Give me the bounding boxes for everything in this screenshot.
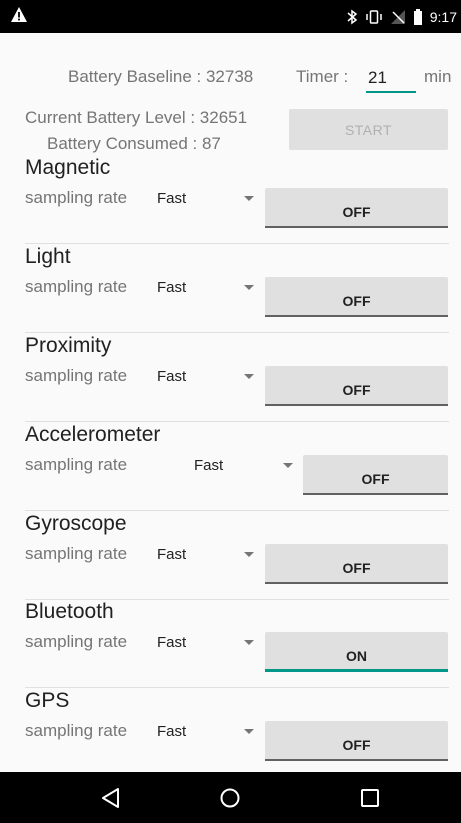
- sampling-rate-select[interactable]: Fast: [157, 723, 186, 740]
- divider: [25, 510, 449, 511]
- sampling-rate-select[interactable]: Fast: [157, 546, 186, 563]
- no-signal-icon: [390, 10, 405, 24]
- main-content: Battery Baseline : 32738 Timer : min Cur…: [0, 33, 461, 772]
- sensor-row-light: Light sampling rate Fast OFF: [0, 245, 461, 333]
- sensor-row-magnetic: Magnetic sampling rate Fast OFF: [0, 156, 461, 244]
- gyroscope-toggle[interactable]: OFF: [265, 544, 448, 584]
- bluetooth-icon: [347, 9, 357, 25]
- sampling-rate-label: sampling rate: [25, 188, 128, 207]
- toggle-indicator: [265, 669, 448, 672]
- sensor-row-gps: GPS sampling rate Fast OFF: [0, 689, 461, 772]
- timer-input[interactable]: [366, 65, 416, 93]
- sampling-rate-label: sampling rate: [25, 632, 128, 651]
- toggle-label: OFF: [342, 736, 371, 753]
- dropdown-arrow-icon[interactable]: [244, 285, 254, 290]
- sampling-rate-select[interactable]: Fast: [157, 279, 186, 296]
- sampling-rate-label: sampling rate: [25, 455, 128, 474]
- sampling-rate-select[interactable]: Fast: [157, 190, 186, 207]
- status-time: 9:17: [429, 9, 457, 25]
- toggle-label: OFF: [342, 203, 371, 220]
- timer-label: Timer :: [296, 67, 349, 86]
- sensor-name: Light: [25, 245, 71, 268]
- toggle-label: OFF: [342, 559, 371, 576]
- status-bar: 9:17: [0, 0, 461, 33]
- start-button[interactable]: START: [289, 109, 448, 150]
- recents-icon[interactable]: [357, 785, 383, 811]
- sampling-rate-label: sampling rate: [25, 721, 128, 740]
- divider: [25, 243, 449, 244]
- divider: [25, 421, 449, 422]
- dropdown-arrow-icon[interactable]: [244, 552, 254, 557]
- divider: [25, 332, 449, 333]
- sampling-rate-select[interactable]: Fast: [194, 457, 223, 474]
- dropdown-arrow-icon[interactable]: [283, 463, 293, 468]
- toggle-label: OFF: [361, 470, 390, 487]
- toggle-label: OFF: [342, 381, 371, 398]
- sensor-name: Proximity: [25, 334, 112, 357]
- sampling-rate-select[interactable]: Fast: [157, 634, 186, 651]
- sensor-name: Accelerometer: [25, 423, 161, 446]
- sensor-name: Gyroscope: [25, 512, 127, 535]
- gps-toggle[interactable]: OFF: [265, 721, 448, 761]
- toggle-indicator: [265, 759, 448, 761]
- sampling-rate-select[interactable]: Fast: [157, 368, 186, 385]
- sensor-row-bluetooth: Bluetooth sampling rate Fast ON: [0, 600, 461, 688]
- bluetooth-toggle[interactable]: ON: [265, 632, 448, 672]
- toggle-indicator: [265, 315, 448, 317]
- current-battery-level: Current Battery Level : 32651: [25, 108, 248, 127]
- magnetic-toggle[interactable]: OFF: [265, 188, 448, 228]
- dropdown-arrow-icon[interactable]: [244, 374, 254, 379]
- proximity-toggle[interactable]: OFF: [265, 366, 448, 406]
- sensor-row-proximity: Proximity sampling rate Fast OFF: [0, 334, 461, 422]
- navigation-bar: [0, 772, 461, 823]
- light-toggle[interactable]: OFF: [265, 277, 448, 317]
- battery-icon: [413, 9, 422, 25]
- vibrate-icon: [366, 10, 382, 24]
- dropdown-arrow-icon[interactable]: [244, 196, 254, 201]
- battery-consumed: Battery Consumed : 87: [47, 134, 221, 153]
- back-icon[interactable]: [98, 785, 124, 811]
- home-icon[interactable]: [217, 785, 243, 811]
- status-icons: 9:17: [346, 7, 457, 27]
- warning-icon: [11, 7, 27, 22]
- toggle-label: ON: [346, 647, 367, 664]
- sensor-name: Bluetooth: [25, 600, 114, 623]
- sensor-name: GPS: [25, 689, 70, 712]
- toggle-indicator: [265, 404, 448, 406]
- battery-baseline-label: Battery Baseline : 32738: [68, 67, 254, 86]
- toggle-indicator: [265, 226, 448, 228]
- dropdown-arrow-icon[interactable]: [244, 640, 254, 645]
- sampling-rate-label: sampling rate: [25, 366, 128, 385]
- dropdown-arrow-icon[interactable]: [244, 729, 254, 734]
- accelerometer-toggle[interactable]: OFF: [303, 455, 448, 495]
- divider: [25, 687, 449, 688]
- sampling-rate-label: sampling rate: [25, 277, 128, 296]
- timer-unit-label: min: [424, 67, 452, 86]
- battery-baseline-row: Battery Baseline : 32738 Timer : min: [0, 65, 461, 97]
- toggle-indicator: [265, 582, 448, 584]
- toggle-label: OFF: [342, 292, 371, 309]
- toggle-indicator: [303, 493, 448, 495]
- sampling-rate-label: sampling rate: [25, 544, 128, 563]
- sensor-name: Magnetic: [25, 156, 111, 179]
- sensor-row-accelerometer: Accelerometer sampling rate Fast OFF: [0, 423, 461, 511]
- sensor-row-gyroscope: Gyroscope sampling rate Fast OFF: [0, 512, 461, 600]
